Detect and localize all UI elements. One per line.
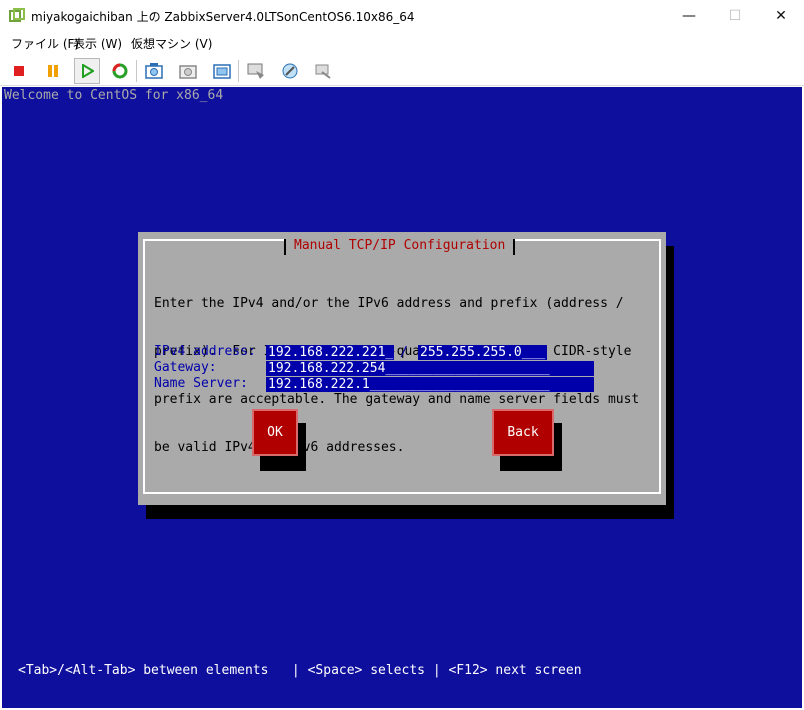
ipv4-address-input[interactable]: 192.168.222.221_ <box>266 345 394 360</box>
stop-icon <box>14 66 24 76</box>
pause-button[interactable] <box>40 58 66 84</box>
reset-icon <box>112 63 128 79</box>
welcome-text: Welcome to CentOS for x86_64 <box>4 88 224 103</box>
minimize-button[interactable]: — <box>666 0 712 32</box>
description-line: be valid IPv4 or IPv6 addresses. <box>154 440 405 455</box>
revert-snapshot-icon <box>179 65 197 79</box>
gateway-label: Gateway: <box>154 360 217 375</box>
title-bar: miyakogaichiban 上の ZabbixServer4.0LTSonC… <box>0 0 804 32</box>
ok-button[interactable]: OK <box>252 409 298 456</box>
gateway-input[interactable]: 192.168.222.254_____________________ <box>266 361 594 376</box>
back-button[interactable]: Back <box>492 409 554 456</box>
prefix-separator: / <box>400 345 408 360</box>
nameserver-input[interactable]: 192.168.222.1_______________________ <box>266 377 594 392</box>
toolbar <box>0 54 804 86</box>
snapshot-button[interactable] <box>141 58 167 84</box>
snapshot-manager-icon <box>213 64 231 79</box>
menu-view[interactable]: 表示 (W) <box>73 35 122 52</box>
dialog-title: Manual TCP/IP Configuration <box>284 239 516 255</box>
unity-button[interactable] <box>277 58 303 84</box>
nameserver-label: Name Server: <box>154 376 248 391</box>
settings-button[interactable] <box>310 58 336 84</box>
stop-button[interactable] <box>6 58 32 84</box>
toolbar-separator <box>238 60 239 82</box>
menu-vm[interactable]: 仮想マシン (V) <box>131 35 212 52</box>
toolbar-separator <box>136 60 137 82</box>
fullscreen-button[interactable] <box>243 58 269 84</box>
maximize-button[interactable]: ☐ <box>712 0 758 32</box>
vmware-icon <box>9 8 25 22</box>
pause-icon <box>48 65 58 77</box>
vm-console[interactable]: Welcome to CentOS for x86_64 Manual TCP/… <box>2 87 802 708</box>
unity-icon <box>282 63 298 79</box>
window-title: miyakogaichiban 上の ZabbixServer4.0LTSonC… <box>31 10 415 24</box>
reset-button[interactable] <box>107 58 133 84</box>
fullscreen-icon <box>247 63 264 79</box>
description-line: Enter the IPv4 and/or the IPv6 address a… <box>154 296 624 311</box>
play-button[interactable] <box>74 58 100 84</box>
play-icon <box>82 64 94 78</box>
revert-snapshot-button[interactable] <box>175 58 201 84</box>
ipv4-prefix-input[interactable]: 255.255.255.0___ <box>418 345 547 360</box>
snapshot-icon <box>145 63 163 79</box>
close-button[interactable]: ✕ <box>758 0 804 32</box>
snapshot-manager-button[interactable] <box>209 58 235 84</box>
ipv4-label: IPv4 address: <box>154 344 256 359</box>
footer-help-text: <Tab>/<Alt-Tab> between elements | <Spac… <box>18 663 582 678</box>
settings-icon <box>315 64 331 79</box>
tcpip-dialog: Manual TCP/IP Configuration Enter the IP… <box>138 232 666 505</box>
menu-file[interactable]: ファイル (F) <box>11 35 79 52</box>
menu-bar: ファイル (F) 表示 (W) 仮想マシン (V) <box>0 32 804 54</box>
description-line: prefix are acceptable. The gateway and n… <box>154 392 640 407</box>
